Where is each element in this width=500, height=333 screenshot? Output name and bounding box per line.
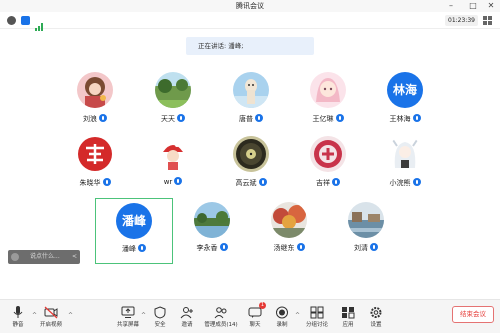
microphone-icon [332,178,340,186]
chat-button[interactable]: 1 聊天 [240,302,270,332]
avatar [271,202,307,238]
participant-name: 刘浪 [83,115,97,123]
minimize-icon[interactable]: – [444,0,458,12]
breakout-rooms-button[interactable]: 分组讨论 [302,304,332,332]
microphone-icon [102,178,111,186]
invite-user-icon [180,304,194,319]
microphone-icon [255,114,263,122]
video-off-icon [44,304,58,319]
security-button[interactable]: 安全 [145,304,175,332]
invite-button[interactable]: 邀请 [172,304,202,332]
microphone-icon [138,244,146,252]
avatar [233,136,269,172]
participant-tile-active[interactable]: 潘峰 潘峰 [95,198,173,264]
microphone-icon [219,243,228,251]
microphone-icon [412,178,421,186]
participant-name: 李永香 [196,244,218,252]
avatar [310,136,346,172]
start-video-button[interactable]: 开启视频 [36,304,66,332]
participant-name: 王林海 [389,115,411,123]
participant-tile[interactable]: 林海 王林海 [366,70,444,134]
participant-tile[interactable]: 刘浪 [56,70,134,134]
participant-name: wr [163,178,173,186]
participant-tile[interactable]: 吉祥 [289,134,367,198]
members-icon [214,304,228,319]
collapse-arrow-icon[interactable]: < [72,250,77,264]
participant-tile[interactable]: 李永香 [173,198,251,262]
participant-tile[interactable]: 小浣熊 [366,134,444,198]
title-bar: 腾讯会议 – □ ✕ [0,0,500,12]
share-screen-icon [121,304,135,318]
video-options-caret-icon[interactable]: ^ [68,312,73,319]
bottom-toolbar: 静音 ^ 开启视频 ^ 共享屏幕 ^ 安全 邀请 管理成员(14) 1 聊天 录… [0,299,500,333]
participant-tile[interactable]: 朱晓华 [56,134,134,198]
microphone-icon [412,114,421,122]
window-title: 腾讯会议 [236,2,264,10]
participant-name: 天天 [161,115,175,123]
participant-name: 王亿琳 [312,115,334,123]
participant-tile[interactable]: wr [134,134,212,198]
shield-icon[interactable] [21,16,30,25]
mute-button[interactable]: 静音 [3,304,33,332]
participant-name: 小浣熊 [389,179,411,187]
microphone-icon [99,114,107,122]
maximize-icon[interactable]: □ [466,0,480,12]
avatar [233,72,269,108]
participant-tile[interactable]: 刘清 [327,198,405,262]
avatar [77,72,113,108]
participant-tile[interactable]: 天天 [134,70,212,134]
avatar [387,136,423,172]
speaking-indicator: 正在讲话: 潘峰; [186,37,314,55]
status-bar: 01:23:39 [0,12,500,31]
chat-icon: 1 [248,302,266,318]
share-screen-button[interactable]: 共享屏幕 [113,304,143,332]
avatar [310,72,346,108]
record-icon [275,304,289,319]
apps-button[interactable]: 应用 [333,304,363,332]
participant-name: 唐普 [239,115,253,123]
avatar [348,202,384,238]
microphone-icon [258,178,267,186]
microphone-icon [177,114,185,122]
breakout-rooms-icon [310,304,324,319]
avatar [155,72,191,108]
meeting-timer: 01:23:39 [445,15,478,26]
participant-name: 汤继东 [273,244,295,252]
participant-name: 吉祥 [316,179,330,187]
close-icon[interactable]: ✕ [484,0,498,12]
microphone-icon [370,243,378,251]
avatar: 林海 [387,72,423,108]
shield-icon [153,304,167,319]
avatar: 潘峰 [116,203,152,239]
apps-icon [341,304,355,319]
info-icon[interactable] [7,16,16,25]
layout-grid-icon[interactable] [482,15,494,26]
chat-placeholder: 说点什么... [30,253,60,260]
participant-name: 潘峰 [122,245,136,253]
gear-icon [369,304,383,318]
participant-name: 刘清 [354,244,368,252]
emoji-icon[interactable] [11,253,19,261]
record-button[interactable]: 录制 [267,304,297,332]
end-meeting-button[interactable]: 结束会议 [452,306,494,323]
avatar [194,202,230,238]
settings-button[interactable]: 设置 [361,304,391,332]
microphone-icon [11,304,25,318]
microphone-icon [174,177,183,185]
participant-tile[interactable]: 唐普 [212,70,290,134]
participant-tile[interactable]: 高云斌 [212,134,290,198]
microphone-icon [335,114,344,122]
chat-unread-badge: 1 [259,302,266,309]
avatar [155,136,191,172]
record-options-caret-icon[interactable]: ^ [295,312,300,319]
avatar [77,136,113,172]
participant-tile[interactable]: 汤继东 [250,198,328,262]
participant-name: 朱晓华 [79,179,101,187]
signal-icon[interactable] [35,16,44,31]
microphone-icon [296,243,305,251]
participant-tile[interactable]: 王亿琳 [289,70,367,134]
manage-members-button[interactable]: 管理成员(14) [203,304,239,332]
chat-quick-input[interactable]: 说点什么... < [8,250,80,264]
participant-name: 高云斌 [235,179,257,187]
